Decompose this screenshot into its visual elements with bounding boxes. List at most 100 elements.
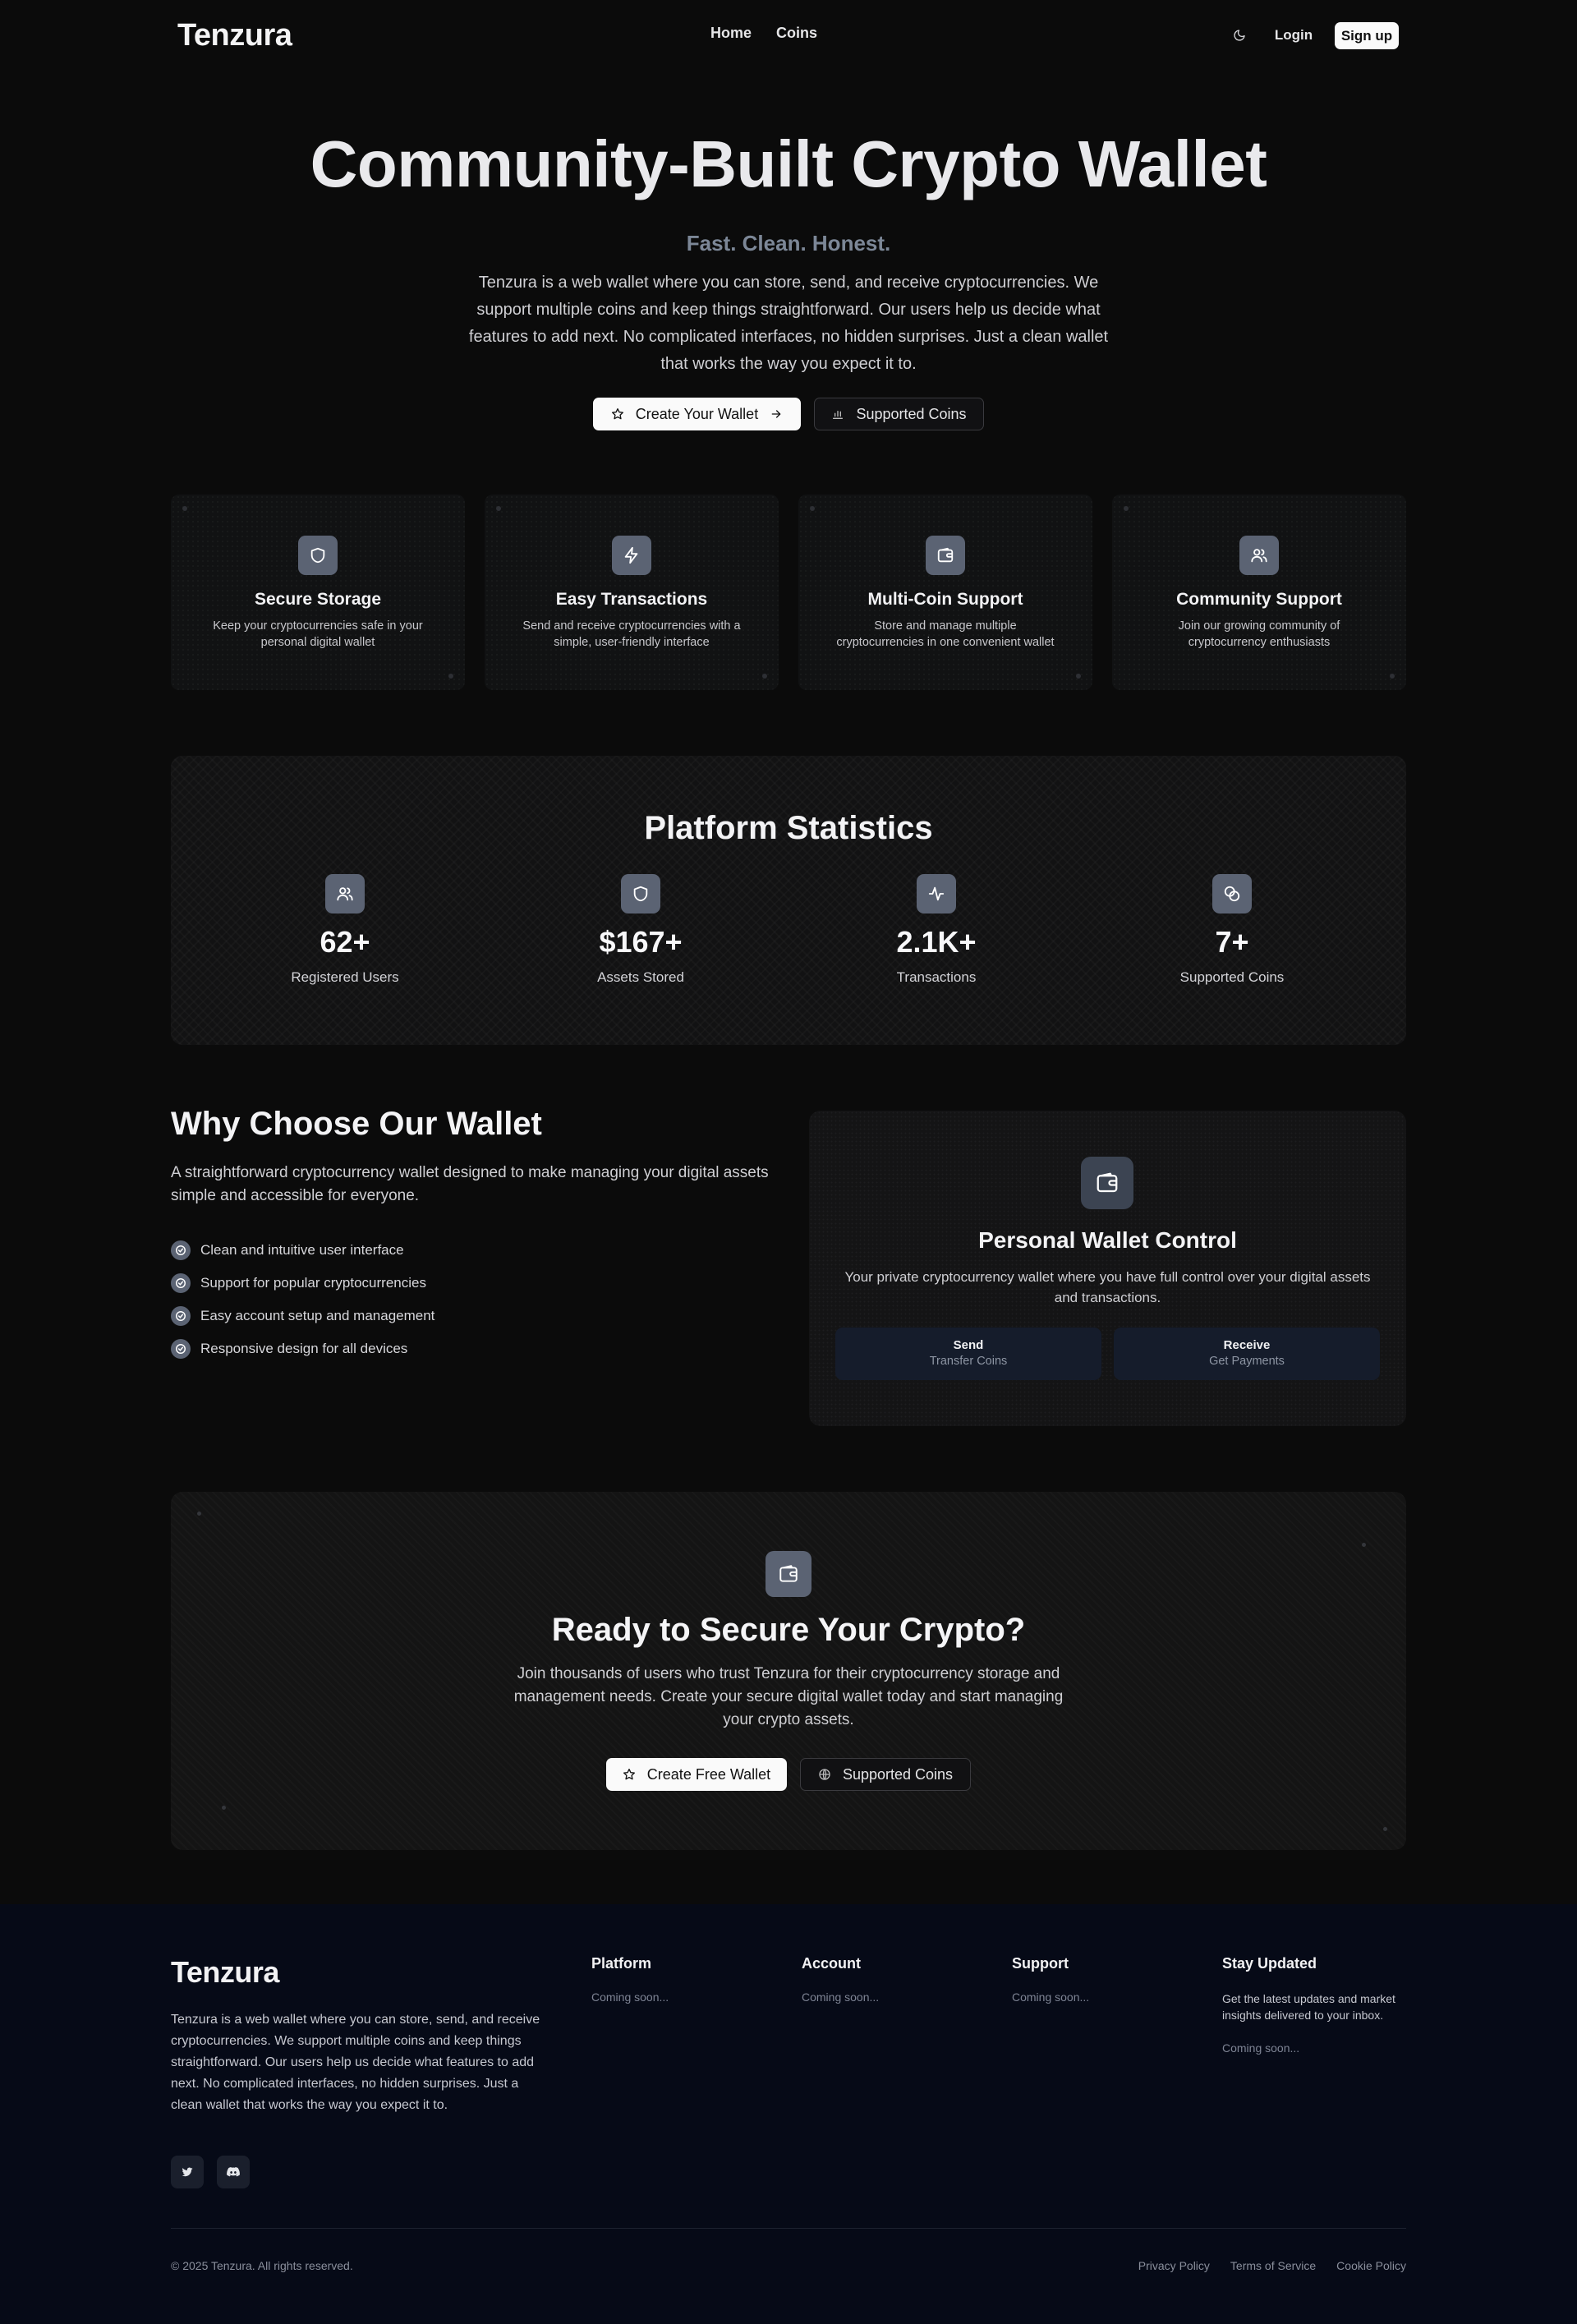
- logo[interactable]: Tenzura: [177, 18, 292, 53]
- feature-description: Keep your cryptocurrencies safe in your …: [213, 619, 423, 649]
- why-feature-list: Clean and intuitive user interface Suppo…: [171, 1234, 434, 1365]
- hero-subtitle: Fast. Clean. Honest.: [686, 231, 891, 255]
- footer-column-account: Account Coming soon...: [802, 1955, 879, 2004]
- privacy-policy-link[interactable]: Privacy Policy: [1138, 2259, 1210, 2272]
- twitter-icon: [181, 2165, 194, 2179]
- activity-icon: [917, 874, 956, 913]
- decor-dot: [1383, 1827, 1387, 1831]
- create-wallet-button[interactable]: Create Your Wallet: [593, 398, 801, 430]
- nav-link-coins[interactable]: Coins: [776, 25, 817, 42]
- send-title: Send: [953, 1338, 984, 1352]
- cta-description: Join thousands of users who trust Tenzur…: [513, 1665, 1064, 1728]
- platform-statistics: Platform Statistics 62+ Registered Users…: [171, 756, 1406, 1045]
- stat-value: $167+: [599, 925, 683, 959]
- send-button[interactable]: Send Transfer Coins: [835, 1328, 1101, 1380]
- feature-title: Community Support: [1176, 590, 1342, 609]
- check-circle-icon: [171, 1306, 191, 1326]
- personal-wallet-card: Personal Wallet Control Your private cry…: [809, 1111, 1406, 1426]
- create-wallet-label: Create Your Wallet: [635, 405, 759, 422]
- send-subtitle: Transfer Coins: [929, 1355, 1008, 1368]
- feature-card-secure-storage: Secure Storage Keep your cryptocurrencie…: [171, 495, 465, 690]
- feature-title: Multi-Coin Support: [867, 590, 1023, 609]
- top-nav: Tenzura Home Coins Login Sign up: [0, 0, 1577, 71]
- star-icon: [611, 407, 624, 421]
- arrow-right-icon: [770, 407, 783, 421]
- supported-coins-button[interactable]: Supported Coins: [814, 398, 984, 430]
- footer-column-title: Account: [802, 1955, 861, 1972]
- list-item: Responsive design for all devices: [171, 1332, 434, 1365]
- footer-updated-text: Get the latest updates and market insigh…: [1222, 1992, 1395, 2022]
- corner-dot: [1076, 674, 1081, 679]
- corner-dot: [1124, 506, 1129, 511]
- copyright: © 2025 Tenzura. All rights reserved.: [171, 2259, 353, 2272]
- corner-dot: [1390, 674, 1395, 679]
- login-button[interactable]: Login: [1263, 22, 1324, 48]
- corner-dot: [182, 506, 187, 511]
- feature-card-community-support: Community Support Join our growing commu…: [1112, 495, 1406, 690]
- stat-value: 2.1K+: [896, 925, 977, 959]
- twitter-button[interactable]: [171, 2156, 204, 2188]
- list-item: Clean and intuitive user interface: [171, 1234, 434, 1267]
- page: Tenzura Home Coins Login Sign up Communi…: [0, 0, 1577, 2324]
- decor-dot: [197, 1512, 201, 1516]
- theme-toggle-button[interactable]: [1229, 25, 1250, 46]
- cta-title: Ready to Secure Your Crypto?: [551, 1612, 1026, 1648]
- wallet-card-title: Personal Wallet Control: [978, 1227, 1237, 1253]
- footer-divider: [171, 2228, 1406, 2229]
- terms-of-service-link[interactable]: Terms of Service: [1230, 2259, 1316, 2272]
- stat-transactions: 2.1K+ Transactions: [813, 874, 1060, 1006]
- footer-column-title: Platform: [591, 1955, 652, 1972]
- stat-label: Supported Coins: [1179, 969, 1285, 985]
- feature-description: Join our growing community of cryptocurr…: [1178, 619, 1340, 649]
- nav-link-home[interactable]: Home: [710, 25, 752, 42]
- check-circle-icon: [171, 1273, 191, 1293]
- create-free-wallet-button[interactable]: Create Free Wallet: [606, 1758, 787, 1791]
- list-item-label: Easy account setup and management: [200, 1308, 435, 1323]
- feature-description: Store and manage multiple cryptocurrenci…: [836, 619, 1055, 649]
- stat-label: Registered Users: [291, 969, 399, 985]
- discord-icon: [226, 2165, 241, 2179]
- stat-label: Assets Stored: [597, 969, 684, 985]
- cta-section: Ready to Secure Your Crypto? Join thousa…: [171, 1492, 1406, 1850]
- corner-dot: [496, 506, 501, 511]
- feature-title: Secure Storage: [254, 590, 382, 609]
- cta-supported-coins-label: Supported Coins: [842, 1765, 954, 1783]
- cookie-policy-link[interactable]: Cookie Policy: [1336, 2259, 1406, 2272]
- list-item: Support for popular cryptocurrencies: [171, 1267, 434, 1300]
- receive-title: Receive: [1223, 1338, 1271, 1352]
- check-circle-icon: [171, 1339, 191, 1359]
- why-title: Why Choose Our Wallet: [171, 1106, 542, 1142]
- list-item-label: Support for popular cryptocurrencies: [200, 1275, 426, 1291]
- star-icon: [623, 1768, 636, 1781]
- wallet-card-description: Your private cryptocurrency wallet where…: [844, 1269, 1371, 1305]
- stat-assets-stored: $167+ Assets Stored: [517, 874, 764, 1006]
- shield-icon: [298, 536, 338, 575]
- moon-icon: [1233, 29, 1246, 42]
- bar-chart-icon: [831, 407, 844, 421]
- footer-logo[interactable]: Tenzura: [171, 1955, 279, 1990]
- supported-coins-label: Supported Coins: [856, 405, 967, 422]
- signup-button[interactable]: Sign up: [1335, 22, 1399, 49]
- receive-subtitle: Get Payments: [1209, 1355, 1285, 1368]
- receive-button[interactable]: Receive Get Payments: [1114, 1328, 1380, 1380]
- footer-column-title: Support: [1012, 1955, 1069, 1972]
- feature-card-easy-transactions: Easy Transactions Send and receive crypt…: [485, 495, 779, 690]
- stat-supported-coins: 7+ Supported Coins: [1109, 874, 1355, 1006]
- globe-icon: [818, 1768, 831, 1781]
- shield-icon: [621, 874, 660, 913]
- coins-icon: [1212, 874, 1252, 913]
- footer-column-text: Coming soon...: [591, 1990, 669, 2004]
- stat-value: 62+: [320, 925, 370, 959]
- check-circle-icon: [171, 1240, 191, 1260]
- feature-card-multi-coin: Multi-Coin Support Store and manage mult…: [798, 495, 1092, 690]
- nav-links: Home Coins: [710, 25, 817, 42]
- footer-column-stay-updated: Stay Updated Get the latest updates and …: [1222, 1955, 1411, 2055]
- discord-button[interactable]: [217, 2156, 250, 2188]
- create-free-wallet-label: Create Free Wallet: [646, 1765, 771, 1783]
- footer-column-text: Coming soon...: [1012, 1990, 1090, 2004]
- cta-supported-coins-button[interactable]: Supported Coins: [800, 1758, 971, 1791]
- hero-description: Tenzura is a web wallet where you can st…: [468, 274, 1109, 373]
- footer: Tenzura Tenzura is a web wallet where yo…: [0, 1904, 1577, 2324]
- decor-dot: [222, 1806, 226, 1810]
- why-description: A straightforward cryptocurrency wallet …: [171, 1164, 769, 1204]
